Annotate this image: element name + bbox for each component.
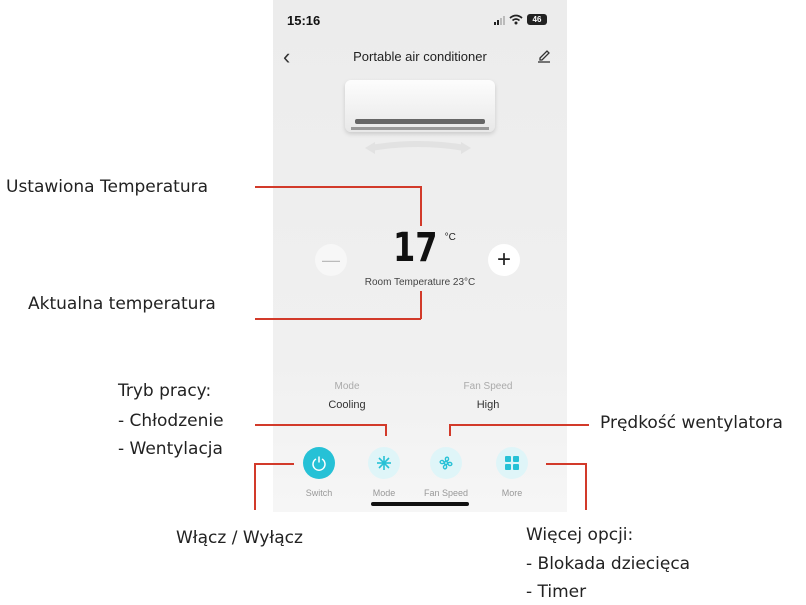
set-temp-annotation: Ustawiona Temperatura	[6, 177, 209, 197]
more-annotation-line2: - Blokada dziecięca	[526, 554, 691, 574]
temperature-value: 17	[393, 225, 438, 271]
nav-bar: ‹ Portable air conditioner	[273, 44, 567, 70]
edit-icon[interactable]	[537, 47, 551, 63]
status-bar: 15:16 46	[273, 10, 567, 34]
mode-button[interactable]	[368, 447, 400, 479]
more-button[interactable]	[496, 447, 528, 479]
mode-callout-line-v	[385, 424, 387, 436]
decrease-temp-button[interactable]: —	[315, 244, 347, 276]
temperature-unit: °C	[444, 232, 456, 243]
power-callout-line-v	[254, 463, 256, 510]
power-callout-line	[254, 463, 294, 465]
mode-value: Cooling	[328, 399, 366, 411]
fan-speed-value: High	[476, 399, 500, 411]
status-time: 15:16	[287, 13, 321, 28]
battery-icon: 46	[527, 14, 547, 25]
switch-button[interactable]	[303, 447, 335, 479]
fan-speed-status: Fan Speed High	[438, 381, 538, 411]
home-indicator[interactable]	[371, 502, 469, 506]
mode-annotation-line2: - Chłodzenie	[118, 411, 224, 431]
set-temp-callout-line	[255, 186, 421, 188]
status-icons: 46	[494, 14, 547, 25]
signal-icon	[494, 15, 505, 25]
power-icon	[312, 456, 326, 471]
fan-speed-button-label: Fan Speed	[423, 488, 469, 498]
more-annotation-line1: Więcej opcji:	[526, 525, 634, 545]
phone-screen: 15:16 46 ‹ Portable air conditioner — 17…	[273, 0, 567, 512]
room-temperature: Room Temperature 23°C	[364, 277, 476, 288]
mode-button-label: Mode	[372, 488, 396, 498]
fan-speed-callout-line-v	[449, 424, 451, 436]
power-annotation: Włącz / Wyłącz	[176, 528, 303, 548]
mode-callout-line	[255, 424, 386, 426]
airflow-arrows-icon	[365, 141, 471, 154]
minus-icon: —	[322, 249, 340, 270]
set-temperature: 17 °C	[393, 228, 456, 268]
wifi-icon	[509, 14, 523, 25]
mode-annotation-line1: Tryb pracy:	[118, 381, 212, 401]
more-callout-line-v	[585, 463, 587, 510]
set-temp-callout-line-v	[420, 186, 422, 226]
current-temp-callout-line-v	[420, 291, 422, 319]
mode-label: Mode	[334, 381, 360, 392]
more-callout-line	[546, 463, 586, 465]
current-temp-callout-line	[255, 318, 421, 320]
more-annotation-line3: - Timer	[526, 582, 587, 602]
fan-icon	[439, 456, 453, 470]
fan-speed-button[interactable]	[430, 447, 462, 479]
fan-speed-callout-line	[449, 424, 589, 426]
switch-label: Switch	[305, 488, 333, 498]
more-button-label: More	[501, 488, 523, 498]
mode-status: Mode Cooling	[297, 381, 397, 411]
page-title: Portable air conditioner	[353, 49, 487, 64]
air-conditioner-image	[345, 80, 495, 132]
fan-speed-annotation: Prędkość wentylatora	[600, 413, 783, 433]
fan-speed-label: Fan Speed	[463, 381, 513, 392]
increase-temp-button[interactable]: +	[488, 244, 520, 276]
grid-icon	[505, 456, 519, 470]
plus-icon: +	[496, 246, 511, 273]
snowflake-icon	[377, 456, 391, 470]
current-temp-annotation: Aktualna temperatura	[28, 294, 216, 314]
mode-annotation-line3: - Wentylacja	[118, 439, 223, 459]
